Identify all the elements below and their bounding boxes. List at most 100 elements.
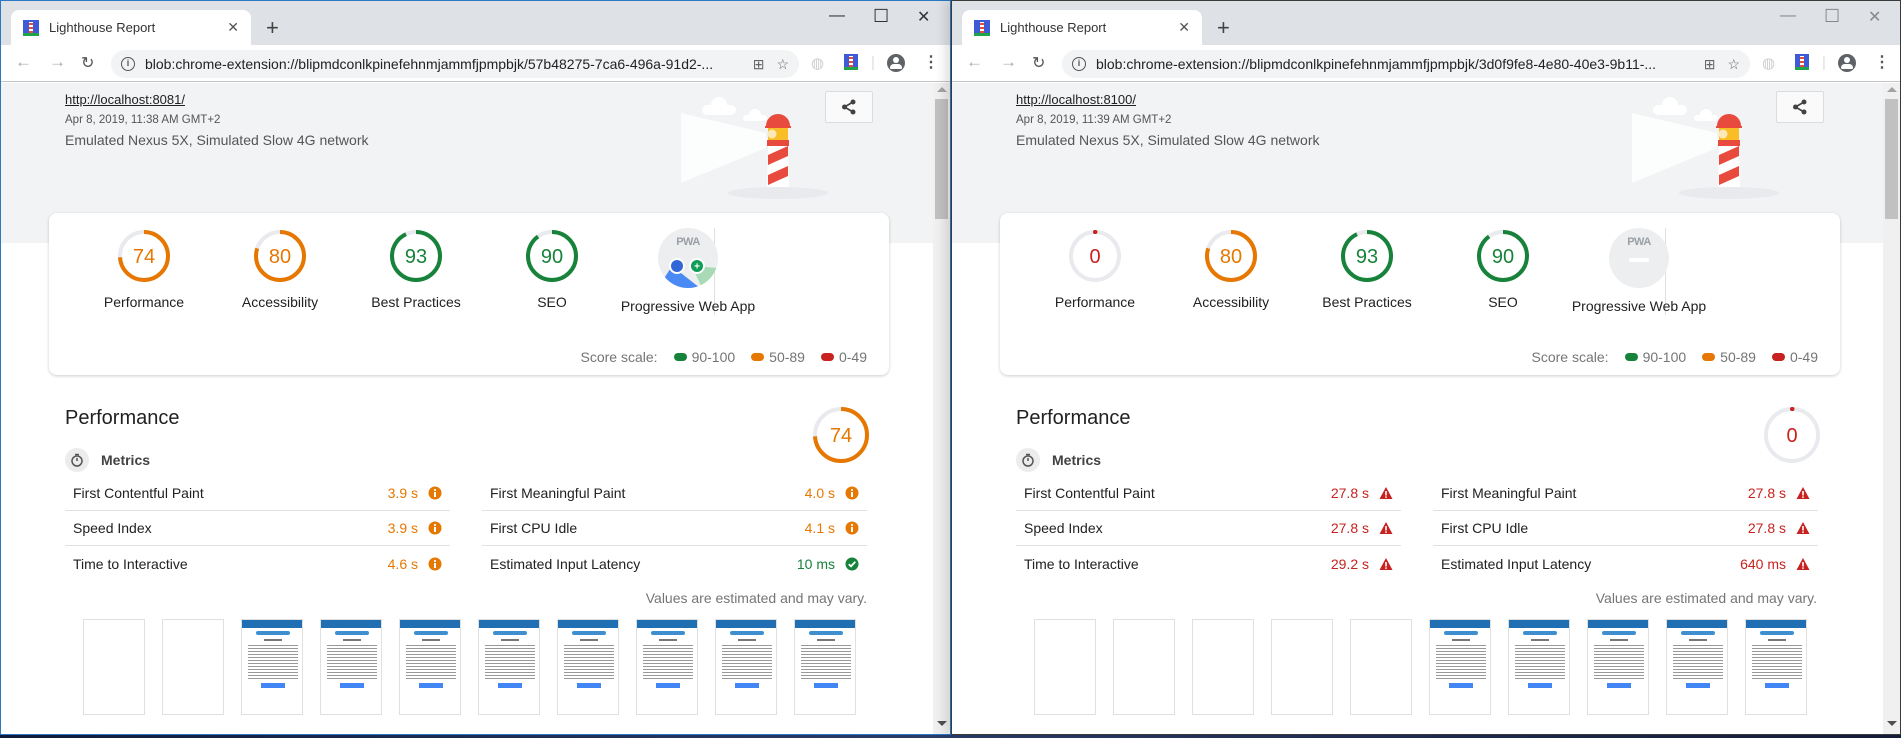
share-button[interactable] bbox=[1776, 91, 1824, 123]
metric-row: Estimated Input Latency 640 ms bbox=[1433, 546, 1818, 581]
scroll-up-arrow-icon[interactable] bbox=[937, 87, 947, 92]
gauge-score-text: 80 bbox=[269, 246, 291, 268]
filmstrip-frame bbox=[1587, 619, 1649, 715]
category-label: Performance bbox=[103, 294, 185, 310]
reload-icon[interactable]: ↻ bbox=[81, 53, 94, 73]
scrollbar-thumb[interactable] bbox=[1885, 99, 1898, 219]
lighthouse-extension-icon[interactable] bbox=[844, 54, 858, 74]
check-icon bbox=[845, 557, 859, 570]
minimize-button[interactable]: — bbox=[829, 7, 845, 25]
metric-value: 3.9 s bbox=[387, 485, 418, 501]
filmstrip-frame bbox=[241, 619, 303, 715]
category-gauge-accessibility[interactable]: 80 Accessibility bbox=[210, 228, 350, 310]
info-icon bbox=[845, 486, 859, 500]
svg-text:+: + bbox=[694, 262, 700, 273]
score-scale-label: Score scale: bbox=[1531, 349, 1609, 365]
tab-lighthouse-report[interactable]: Lighthouse Report ✕ bbox=[962, 10, 1202, 45]
arrow-left-icon[interactable]: ← bbox=[966, 52, 983, 72]
category-gauge-performance[interactable]: 74 Performance bbox=[74, 228, 214, 310]
vertical-scrollbar[interactable] bbox=[1883, 83, 1900, 734]
vertical-scrollbar[interactable] bbox=[933, 83, 950, 734]
estimate-note: Values are estimated and may vary. bbox=[645, 590, 867, 606]
maximize-button[interactable]: ☐ bbox=[1824, 6, 1840, 27]
star-icon[interactable]: ☆ bbox=[1727, 56, 1740, 73]
category-gauge-best-practices[interactable]: 93 Best Practices bbox=[1297, 228, 1437, 310]
scroll-down-arrow-icon[interactable] bbox=[1887, 721, 1897, 726]
metric-value: 4.1 s bbox=[804, 520, 835, 536]
lighthouse-extension-icon[interactable] bbox=[1795, 54, 1809, 74]
warning-triangle-icon bbox=[1796, 522, 1810, 534]
report-environment: Emulated Nexus 5X, Simulated Slow 4G net… bbox=[1016, 132, 1320, 148]
tab-close-icon[interactable]: ✕ bbox=[1178, 19, 1190, 36]
minimize-button[interactable]: — bbox=[1780, 7, 1796, 25]
report-date: Apr 8, 2019, 11:38 AM GMT+2 bbox=[65, 114, 221, 126]
arrow-left-icon[interactable]: ← bbox=[15, 52, 32, 72]
report-content: http://localhost:8100/ Apr 8, 2019, 11:3… bbox=[952, 83, 1900, 734]
address-bar[interactable]: i blob:chrome-extension://blipmdconlkpin… bbox=[1062, 50, 1750, 78]
metrics-title: Metrics bbox=[1052, 452, 1102, 468]
metrics-column-right: First Meaningful Paint 4.0 s First CPU Idl… bbox=[482, 476, 867, 581]
scroll-down-arrow-icon[interactable] bbox=[937, 721, 947, 726]
metric-value: 27.8 s bbox=[1330, 485, 1369, 501]
new-tab-button[interactable]: + bbox=[266, 15, 279, 41]
star-icon[interactable]: ☆ bbox=[776, 56, 789, 73]
tab-lighthouse-report[interactable]: Lighthouse Report ✕ bbox=[11, 10, 251, 45]
metric-name: Time to Interactive bbox=[1024, 555, 1139, 572]
score-scale-legend: Score scale: 90-100 50-89 0-49 bbox=[1532, 349, 1818, 365]
category-label: Accessibility bbox=[1192, 294, 1270, 310]
metrics-header: Metrics bbox=[65, 448, 150, 472]
menu-kebab-icon[interactable]: ⋮ bbox=[923, 52, 939, 72]
category-gauge-progressive-web-app[interactable]: PWA + Progressive Web App bbox=[598, 228, 778, 314]
address-url[interactable]: blob:chrome-extension://blipmdconlkpinef… bbox=[145, 56, 741, 72]
window-close-button[interactable]: ✕ bbox=[1868, 7, 1881, 27]
score-gauge-ring: 90 bbox=[1477, 230, 1529, 282]
address-url[interactable]: blob:chrome-extension://blipmdconlkpinef… bbox=[1096, 56, 1692, 72]
reload-icon[interactable]: ↻ bbox=[1032, 53, 1045, 73]
translate-icon[interactable]: ⊞ bbox=[753, 56, 765, 73]
category-gauge-best-practices[interactable]: 93 Best Practices bbox=[346, 228, 486, 310]
report-url-link[interactable]: http://localhost:8100/ bbox=[1016, 92, 1136, 107]
score-gauge-ring: 80 bbox=[1205, 230, 1257, 282]
tab-close-icon[interactable]: ✕ bbox=[227, 19, 239, 36]
score-scale-fail: 0-49 bbox=[838, 349, 867, 365]
maximize-button[interactable]: ☐ bbox=[873, 6, 889, 27]
info-icon[interactable]: i bbox=[121, 57, 135, 71]
metrics-column-right: First Meaningful Paint 27.8 s First CPU Id… bbox=[1433, 476, 1818, 581]
arrow-right-icon[interactable]: → bbox=[49, 52, 66, 72]
score-gauge-ring: 80 bbox=[254, 230, 306, 282]
tab-title: Lighthouse Report bbox=[1000, 20, 1107, 35]
score-gauges-card: Score scale: 90-100 50-89 0-49 74 Perform… bbox=[49, 213, 889, 375]
info-icon bbox=[845, 521, 859, 535]
menu-kebab-icon[interactable]: ⋮ bbox=[1874, 52, 1890, 72]
scrollbar-thumb[interactable] bbox=[935, 99, 948, 219]
globe-extension-icon[interactable]: ◍ bbox=[1762, 54, 1775, 72]
category-gauge-accessibility[interactable]: 80 Accessibility bbox=[1161, 228, 1301, 310]
score-scale-pass: 90-100 bbox=[691, 349, 736, 365]
info-icon[interactable]: i bbox=[1072, 57, 1086, 71]
new-tab-button[interactable]: + bbox=[1217, 15, 1230, 41]
metric-row: First CPU Idle 27.8 s bbox=[1433, 511, 1818, 546]
filmstrip-frame bbox=[478, 619, 540, 715]
category-gauge-performance[interactable]: 0 Performance bbox=[1025, 228, 1165, 310]
browser-window-left: Lighthouse Report ✕ + — ☐ ✕ ← → ↻ i blob… bbox=[0, 0, 951, 735]
profile-avatar-icon[interactable] bbox=[887, 54, 905, 76]
category-gauge-progressive-web-app[interactable]: PWA Progressive Web App bbox=[1549, 228, 1729, 314]
arrow-right-icon[interactable]: → bbox=[1000, 52, 1017, 72]
filmstrip-frame bbox=[557, 619, 619, 715]
pwa-partial-icons: + bbox=[658, 258, 718, 288]
metric-name: First Meaningful Paint bbox=[1441, 485, 1577, 501]
performance-section-title: Performance bbox=[65, 407, 180, 429]
share-button[interactable] bbox=[825, 91, 873, 123]
window-close-button[interactable]: ✕ bbox=[917, 7, 930, 27]
globe-extension-icon[interactable]: ◍ bbox=[811, 54, 824, 72]
category-label: Progressive Web App bbox=[1571, 298, 1707, 314]
translate-icon[interactable]: ⊞ bbox=[1704, 56, 1716, 73]
desktop: Lighthouse Report ✕ + — ☐ ✕ ← → ↻ i blob… bbox=[0, 0, 1901, 738]
performance-section-gauge[interactable]: 0 bbox=[1762, 405, 1822, 470]
report-url-link[interactable]: http://localhost:8081/ bbox=[65, 92, 185, 107]
scroll-up-arrow-icon[interactable] bbox=[1887, 87, 1897, 92]
profile-avatar-icon[interactable] bbox=[1838, 54, 1856, 76]
performance-section-gauge[interactable]: 74 bbox=[811, 405, 871, 470]
address-bar[interactable]: i blob:chrome-extension://blipmdconlkpin… bbox=[111, 50, 799, 78]
estimate-note: Values are estimated and may vary. bbox=[1595, 590, 1817, 606]
